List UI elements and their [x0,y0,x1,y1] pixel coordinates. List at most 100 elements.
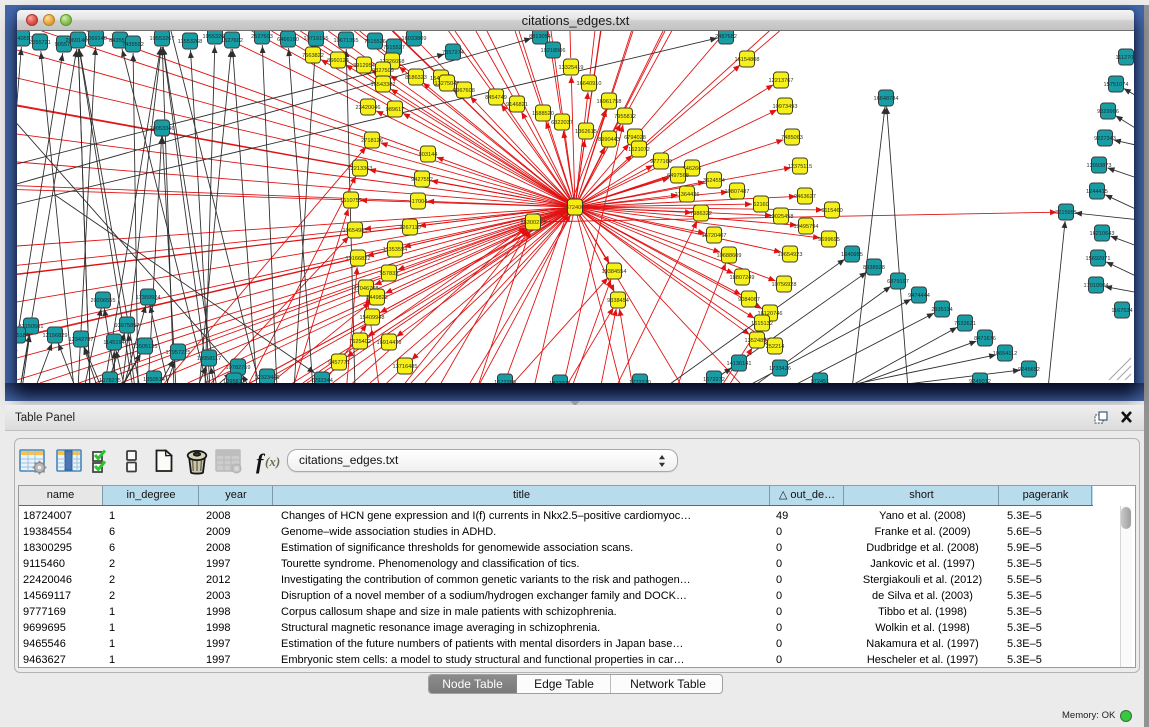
svg-text:1292344: 1292344 [311,378,333,383]
svg-text:3267110: 3267110 [399,225,420,231]
svg-text:1145194: 1145194 [103,340,124,346]
svg-text:10973493: 10973493 [773,104,798,110]
svg-text:557833: 557833 [380,271,399,277]
svg-text:9777169: 9777169 [650,159,672,165]
svg-text:9327509: 9327509 [372,68,394,74]
svg-text:9463627: 9463627 [794,194,816,200]
svg-text:17010504: 17010504 [1084,283,1109,289]
svg-text:10782759: 10782759 [226,365,251,371]
svg-text:9146821: 9146821 [506,102,528,108]
svg-text:12213363: 12213363 [348,166,373,172]
svg-text:8660124: 8660124 [327,58,349,64]
svg-text:19495794: 19495794 [794,224,819,230]
svg-text:25300213: 25300213 [521,220,546,226]
svg-text:15409948: 15409948 [360,315,385,321]
svg-text:16648784: 16648784 [874,96,899,102]
svg-text:19654985: 19654985 [343,228,368,234]
svg-text:12213767: 12213767 [769,78,794,84]
svg-text:16033809: 16033809 [402,36,427,42]
svg-text:16640910: 16640910 [577,81,602,87]
svg-text:16543382: 16543382 [371,82,396,88]
svg-text:10756928: 10756928 [772,282,797,288]
svg-text:10807487: 10807487 [725,189,750,195]
svg-text:11553268: 11553268 [178,39,202,45]
svg-text:1733426: 1733426 [769,366,791,372]
svg-text:2967608: 2967608 [453,88,475,94]
svg-text:9457771: 9457771 [328,360,350,366]
svg-text:16210643: 16210643 [1090,231,1115,237]
svg-text:1640955: 1640955 [841,252,863,258]
svg-text:8186323: 8186323 [405,75,427,81]
svg-text:8813054: 8813054 [529,34,551,40]
svg-text:12375115: 12375115 [788,164,812,170]
svg-text:2055721: 2055721 [29,40,51,46]
svg-text:93975857: 93975857 [115,323,140,329]
svg-text:9338454: 9338454 [607,298,629,304]
svg-text:9474444: 9474444 [908,293,930,299]
svg-text:9245012: 9245012 [969,379,991,383]
svg-text:417004: 417004 [409,199,428,205]
svg-text:2527603: 2527603 [251,34,273,40]
svg-text:9699695: 9699695 [818,237,840,243]
svg-text:23420046: 23420046 [356,105,381,111]
svg-text:6322037: 6322037 [551,120,573,126]
svg-text:29053346: 29053346 [150,126,175,132]
svg-text:13716485: 13716485 [393,364,418,370]
svg-text:17957225: 17957225 [166,350,191,356]
svg-text:803144: 803144 [419,152,438,158]
svg-text:9427552: 9427552 [411,177,433,183]
svg-text:1362615: 1362615 [575,129,597,135]
svg-text:14136141: 14136141 [727,361,752,367]
svg-text:62160: 62160 [753,202,769,208]
svg-text:19654923: 19654923 [778,252,803,258]
svg-text:1069140: 1069140 [85,36,107,42]
svg-text:8938928: 8938928 [863,265,885,271]
svg-text:13505135: 13505135 [133,344,158,350]
svg-text:8471676: 8471676 [974,336,996,342]
svg-text:2935114: 2935114 [931,307,952,313]
svg-text:1078275: 1078275 [99,378,121,383]
svg-text:15692971: 15692971 [1086,256,1111,262]
svg-text:10719155: 10719155 [304,36,329,42]
svg-text:7986322: 7986322 [690,211,712,217]
svg-text:7515527: 7515527 [383,45,405,51]
svg-text:12156829: 12156829 [43,333,68,339]
svg-text:7663822: 7663822 [302,53,324,59]
svg-text:7955812: 7955812 [614,114,636,120]
svg-text:15720407: 15720407 [702,233,727,239]
svg-text:19384554: 19384554 [602,269,627,275]
svg-text:1672269: 1672269 [494,380,516,383]
svg-text:3215955: 3215955 [1055,210,1077,216]
svg-text:8454749: 8454749 [485,95,507,101]
svg-text:3915184: 3915184 [17,333,29,339]
svg-text:9227343: 9227343 [1094,136,1116,142]
svg-text:16154808: 16154808 [735,57,760,63]
svg-text:7625402: 7625402 [349,339,371,345]
svg-text:1095812: 1095812 [223,379,245,383]
svg-text:1615132: 1615132 [751,321,773,327]
svg-text:3449822: 3449822 [366,295,388,301]
svg-text:10553267: 10553267 [150,36,175,42]
svg-text:10654112: 10654112 [993,351,1017,357]
svg-text:16914479: 16914479 [377,340,402,346]
svg-text:20206555: 20206555 [91,298,116,304]
svg-text:989617: 989617 [386,107,405,113]
svg-text:3624554: 3624554 [703,178,725,184]
svg-text:10025458: 10025458 [769,214,794,220]
svg-text:9329966: 9329966 [1097,109,1119,115]
svg-text:1112705: 1112705 [1116,55,1134,61]
svg-text:6497568: 6497568 [667,173,689,179]
svg-text:10958117: 10958117 [197,356,221,362]
svg-text:9245652: 9245652 [1018,367,1040,373]
svg-text:6466160: 6466160 [277,37,299,43]
svg-text:9115460: 9115460 [821,208,842,214]
svg-text:6794028: 6794028 [624,135,646,141]
svg-text:12342757: 12342757 [69,337,94,343]
svg-text:9084067: 9084067 [738,297,760,303]
svg-text:1621072: 1621072 [628,147,650,153]
svg-text:1167534: 1167534 [1111,308,1132,314]
svg-text:10688609: 10688609 [717,253,742,259]
svg-text:13275045: 13275045 [435,81,460,87]
svg-text:17359924: 17359924 [136,295,161,301]
svg-text:(x): (x) [265,454,280,469]
